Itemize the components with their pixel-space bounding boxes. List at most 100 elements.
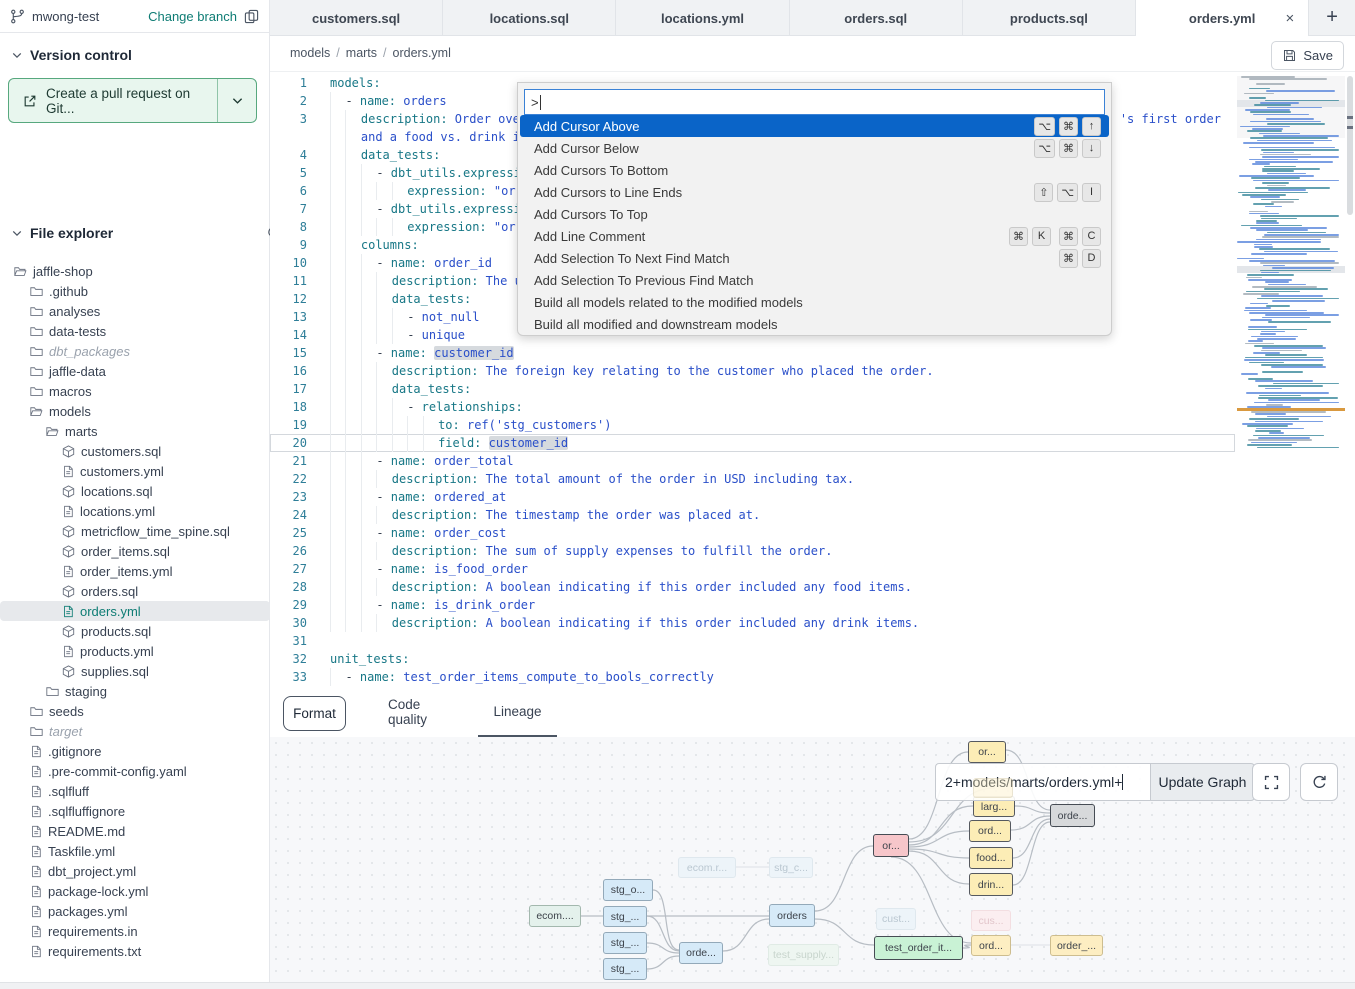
code-line-19[interactable]: 19to: ref('stg_customers') (270, 416, 1235, 434)
save-button[interactable]: Save (1271, 41, 1344, 70)
breadcrumb-segment[interactable]: orders.yml (393, 46, 451, 60)
file-tree-item-jaffle-data[interactable]: jaffle-data (0, 361, 270, 381)
new-tab-button[interactable]: + (1309, 0, 1355, 35)
panel-tab-code-quality[interactable]: Code quality (388, 686, 463, 737)
command-item-add-line-comment[interactable]: Add Line Comment⌘K⌘C (520, 225, 1109, 247)
lineage-selector-input[interactable]: 2+models/marts/orders.yml+ (935, 763, 1150, 801)
lineage-node-orde-[interactable]: orde... (679, 942, 723, 964)
format-button[interactable]: Format (283, 696, 346, 731)
file-tree-item-readme-md[interactable]: README.md (0, 821, 270, 841)
code-line-28[interactable]: 28description: A boolean indicating if t… (270, 578, 1235, 596)
lineage-node-drin-[interactable]: drin... (969, 873, 1013, 896)
lineage-node-stg-c-[interactable]: stg_c... (769, 857, 813, 878)
code-line-16[interactable]: 16description: The foreign key relating … (270, 362, 1235, 380)
code-line-20[interactable]: 20field: customer_id (270, 434, 1235, 452)
code-line-22[interactable]: 22description: The total amount of the o… (270, 470, 1235, 488)
lineage-node-test-supply-[interactable]: test_supply... (768, 944, 839, 966)
file-tree-item--pre-commit-config-yaml[interactable]: .pre-commit-config.yaml (0, 761, 270, 781)
file-tree-item-models[interactable]: models (0, 401, 270, 421)
panel-tab-lineage[interactable]: Lineage (478, 686, 557, 737)
command-item-add-cursor-above[interactable]: Add Cursor Above⌥⌘↑ (520, 115, 1109, 137)
lineage-node-ord-[interactable]: ord... (971, 935, 1011, 956)
file-tree-item--sqlfluffignore[interactable]: .sqlfluffignore (0, 801, 270, 821)
lineage-node-orders[interactable]: orders (769, 904, 815, 927)
lineage-node-orde-[interactable]: orde... (1050, 804, 1095, 827)
file-tree-item-data-tests[interactable]: data-tests (0, 321, 270, 341)
tab-locations-sql[interactable]: locations.sql (443, 0, 616, 36)
file-tree-item-requirements-txt[interactable]: requirements.txt (0, 941, 270, 961)
code-line-18[interactable]: 18- relationships: (270, 398, 1235, 416)
copy-icon[interactable] (244, 9, 259, 24)
refresh-button[interactable] (1300, 763, 1338, 801)
tab-locations-yml[interactable]: locations.yml (616, 0, 789, 36)
lineage-node-ecom-r-[interactable]: ecom.r... (678, 857, 736, 878)
code-line-17[interactable]: 17data_tests: (270, 380, 1235, 398)
file-tree-item-order-items-sql[interactable]: order_items.sql (0, 541, 270, 561)
file-tree-item-customers-yml[interactable]: customers.yml (0, 461, 270, 481)
tab-customers-sql[interactable]: customers.sql (270, 0, 443, 36)
lineage-node-ord-[interactable]: ord... (969, 820, 1011, 842)
code-line-30[interactable]: 30description: A boolean indicating if t… (270, 614, 1235, 632)
breadcrumb-segment[interactable]: models (290, 46, 330, 60)
command-item-add-cursors-to-top[interactable]: Add Cursors To Top (520, 203, 1109, 225)
lineage-node-cust-[interactable]: cust... (876, 908, 916, 930)
file-tree-item-products-yml[interactable]: products.yml (0, 641, 270, 661)
code-line-26[interactable]: 26description: The sum of supply expense… (270, 542, 1235, 560)
lineage-node-cus-[interactable]: cus... (971, 910, 1011, 931)
file-tree-item-requirements-in[interactable]: requirements.in (0, 921, 270, 941)
file-tree-item-marts[interactable]: marts (0, 421, 270, 441)
lineage-node-stg-[interactable]: stg_... (603, 932, 647, 954)
code-line-31[interactable]: 31 (270, 632, 1235, 650)
file-tree-item-locations-yml[interactable]: locations.yml (0, 501, 270, 521)
lineage-node-stg-[interactable]: stg_... (603, 958, 647, 980)
command-item-build-all-models-related-to-the-modified-models[interactable]: Build all models related to the modified… (520, 291, 1109, 313)
create-pr-button[interactable]: Create a pull request on Git... (8, 78, 257, 123)
tab-products-sql[interactable]: products.sql (963, 0, 1136, 36)
close-icon[interactable]: × (1285, 10, 1294, 27)
change-branch-link[interactable]: Change branch (148, 9, 237, 24)
file-tree-item-supplies-sql[interactable]: supplies.sql (0, 661, 270, 681)
file-tree-item-seeds[interactable]: seeds (0, 701, 270, 721)
code-line-33[interactable]: 33- name: test_order_items_compute_to_bo… (270, 668, 1235, 686)
command-item-add-cursors-to-bottom[interactable]: Add Cursors To Bottom (520, 159, 1109, 181)
file-tree-item-orders-sql[interactable]: orders.sql (0, 581, 270, 601)
update-graph-button[interactable]: Update Graph (1150, 763, 1255, 801)
file-tree-item-taskfile-yml[interactable]: Taskfile.yml (0, 841, 270, 861)
code-line-15[interactable]: 15- name: customer_id (270, 344, 1235, 362)
file-tree-item-staging[interactable]: staging (0, 681, 270, 701)
file-tree-item-jaffle-shop[interactable]: jaffle-shop (0, 261, 270, 281)
code-line-27[interactable]: 27- name: is_food_order (270, 560, 1235, 578)
file-tree-item-orders-yml[interactable]: orders.yml (0, 601, 270, 621)
file-tree-item-products-sql[interactable]: products.sql (0, 621, 270, 641)
command-item-build-all-modified-and-downstream-models[interactable]: Build all modified and downstream models (520, 313, 1109, 335)
tab-orders-sql[interactable]: orders.sql (790, 0, 963, 36)
file-tree-item-metricflow-time-spine-sql[interactable]: metricflow_time_spine.sql (0, 521, 270, 541)
file-tree-item-dbt-packages[interactable]: dbt_packages (0, 341, 270, 361)
file-explorer-header[interactable]: File explorer (0, 222, 294, 244)
code-line-21[interactable]: 21- name: order_total (270, 452, 1235, 470)
command-item-add-selection-to-next-find-match[interactable]: Add Selection To Next Find Match⌘D (520, 247, 1109, 269)
file-tree-item--gitignore[interactable]: .gitignore (0, 741, 270, 761)
code-line-25[interactable]: 25- name: order_cost (270, 524, 1235, 542)
lineage-node-stg-o-[interactable]: stg_o... (603, 879, 653, 901)
file-tree-item-macros[interactable]: macros (0, 381, 270, 401)
lineage-node-or-[interactable]: or... (968, 741, 1006, 763)
code-line-23[interactable]: 23- name: ordered_at (270, 488, 1235, 506)
lineage-node-hidden[interactable] (973, 778, 1013, 798)
lineage-canvas[interactable]: ecom....stg_o...stg_...stg_...stg_...ord… (270, 737, 1355, 983)
file-tree-item--github[interactable]: .github (0, 281, 270, 301)
file-tree-item-package-lock-yml[interactable]: package-lock.yml (0, 881, 270, 901)
bottom-scroll-strip[interactable] (0, 982, 1355, 989)
file-tree-item-customers-sql[interactable]: customers.sql (0, 441, 270, 461)
command-palette-input[interactable]: > (524, 89, 1105, 115)
version-control-header[interactable]: Version control (0, 44, 294, 66)
command-item-add-cursor-below[interactable]: Add Cursor Below⌥⌘↓ (520, 137, 1109, 159)
lineage-node-food-[interactable]: food... (969, 847, 1013, 869)
lineage-node-ecom-[interactable]: ecom.... (529, 905, 581, 927)
lineage-node-test-order-it-[interactable]: test_order_it... (874, 936, 963, 960)
file-tree-item-dbt-project-yml[interactable]: dbt_project.yml (0, 861, 270, 881)
minimap[interactable] (1237, 76, 1345, 536)
file-tree-item-order-items-yml[interactable]: order_items.yml (0, 561, 270, 581)
code-line-32[interactable]: 32unit_tests: (270, 650, 1235, 668)
file-tree-item-locations-sql[interactable]: locations.sql (0, 481, 270, 501)
